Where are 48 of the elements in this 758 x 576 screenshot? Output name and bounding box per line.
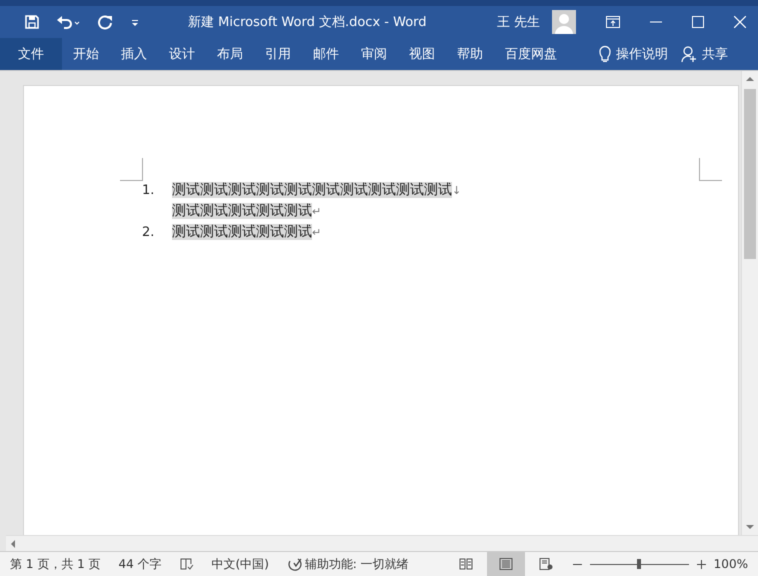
ribbon-tab[interactable]: 插入 — [110, 38, 158, 70]
horizontal-scrollbar[interactable] — [6, 535, 758, 551]
vertical-scrollbar[interactable] — [741, 71, 758, 535]
selected-text: 测试测试测试测试测试测试测试测试测试测试 — [172, 182, 452, 198]
ribbon-tab[interactable]: 百度网盘 — [494, 38, 568, 70]
margin-corner-mark — [120, 158, 143, 181]
list-number: 2. — [141, 224, 156, 242]
formatting-mark: ↵ — [312, 205, 322, 218]
selected-text: 测试测试测试测试测试 — [172, 224, 312, 240]
redo-icon[interactable] — [98, 14, 114, 30]
maximize-icon[interactable] — [692, 16, 704, 28]
ribbon-tab[interactable]: 帮助 — [446, 38, 494, 70]
ribbon-tab[interactable]: 开始 — [62, 38, 110, 70]
list-number: 1. — [141, 182, 156, 200]
save-icon[interactable] — [24, 14, 40, 30]
ribbon-tab[interactable]: 审阅 — [350, 38, 398, 70]
page-count[interactable]: 第 1 页，共 1 页 — [10, 556, 101, 572]
undo-icon[interactable] — [56, 14, 82, 30]
page-lines-icon — [498, 558, 513, 570]
word-count[interactable]: 44 个字 — [118, 556, 162, 572]
formatting-mark: ↵ — [312, 226, 322, 239]
share-label[interactable]: 共享 — [702, 45, 728, 63]
accessibility-status[interactable]: 辅助功能: 一切就绪 — [304, 556, 409, 572]
file-tab[interactable]: 文件 — [0, 38, 62, 70]
view-button[interactable] — [486, 552, 525, 576]
ribbon-display-icon[interactable] — [606, 16, 620, 28]
close-icon[interactable] — [734, 16, 746, 28]
proofing-icon[interactable] — [180, 558, 194, 570]
formatting-mark: ↓ — [452, 184, 462, 197]
ribbon-tab[interactable]: 视图 — [398, 38, 446, 70]
web-page-icon — [538, 558, 553, 570]
ribbon-tab[interactable]: 设计 — [158, 38, 206, 70]
accessibility-icon[interactable] — [286, 557, 303, 571]
zoom-in-icon[interactable] — [696, 560, 706, 568]
add-person-icon[interactable] — [681, 46, 697, 62]
book-icon — [458, 558, 473, 570]
ribbon-tab[interactable]: 邮件 — [302, 38, 350, 70]
language-status[interactable]: 中文(中国) — [212, 556, 269, 572]
ribbon-tab[interactable]: 布局 — [206, 38, 254, 70]
zoom-level[interactable]: 100% — [714, 557, 748, 571]
lightbulb-icon[interactable] — [599, 45, 611, 63]
selected-text: 测试测试测试测试测试 — [172, 203, 312, 219]
zoom-slider[interactable] — [590, 557, 689, 571]
ribbon-tab[interactable]: 引用 — [254, 38, 302, 70]
user-name[interactable]: 王 先生 — [496, 13, 540, 31]
tell-me-label[interactable]: 操作说明 — [616, 45, 668, 63]
window-title: 新建 Microsoft Word 文档.docx - Word — [188, 14, 427, 31]
margin-corner-mark — [699, 158, 722, 181]
